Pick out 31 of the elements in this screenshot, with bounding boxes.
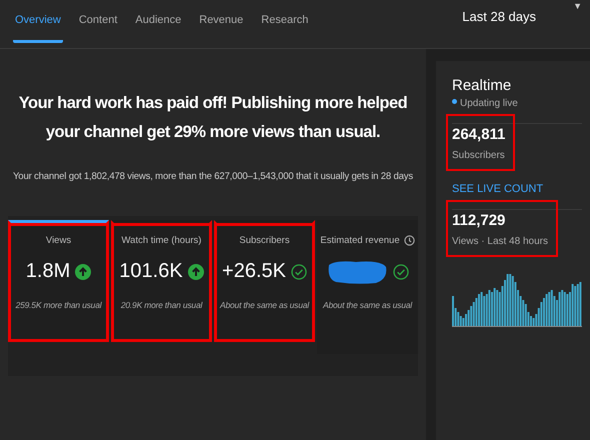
metric-label: Subscribers [239,234,290,246]
stat-value: 112,729 [452,212,506,229]
metric-note: About the same as usual [220,300,309,310]
metric-note: 20.9K more than usual [120,300,202,310]
caret-icon: ▼ [573,1,582,11]
live-status: Updating live [460,98,518,109]
live-dot-icon [452,99,457,104]
stat-label: Subscribers [452,150,506,161]
stat-label: Views · Last 48 hours [452,236,548,247]
see-live-count-link[interactable]: SEE LIVE COUNT [452,183,544,195]
date-range-dropdown[interactable]: Last 28 days [456,8,542,25]
metric-card[interactable]: Views 1.8M 259.5K more than usual [8,220,109,342]
nav-tab[interactable]: Revenue [197,12,246,43]
metric-value: +26.5K [222,260,286,284]
nav-tab[interactable]: Overview [13,12,63,43]
nav-tab[interactable]: Research [259,12,310,43]
stat-value: 264,811 [452,126,506,143]
metric-note: 259.5K more than usual [16,300,102,310]
metric-card[interactable]: Watch time (hours) 101.6K 20.9K more than usual [111,220,212,342]
metric-label: Views [46,234,72,246]
summary-text: Your channel got 1,802,478 views, more than the 627,000–1,543,000 that it usually gets in 28 days [12,170,413,182]
metric-label: Estimated revenue [320,234,400,246]
nav-tab[interactable]: Audience [133,12,184,43]
headline: Your hard work has paid off! Publishing more helped your channel get 29% more views than usual. [18,93,408,143]
metric-card[interactable]: Subscribers +26.5K About the same as usual [214,220,315,342]
metric-note: About the same as usual [323,300,412,310]
metric-label: Watch time (hours) [122,234,202,246]
nav-tab[interactable]: Content [76,12,120,43]
realtime-title: Realtime [452,77,512,94]
metric-value: 1.8M [26,260,70,284]
metric-value: 101.6K [119,260,183,284]
